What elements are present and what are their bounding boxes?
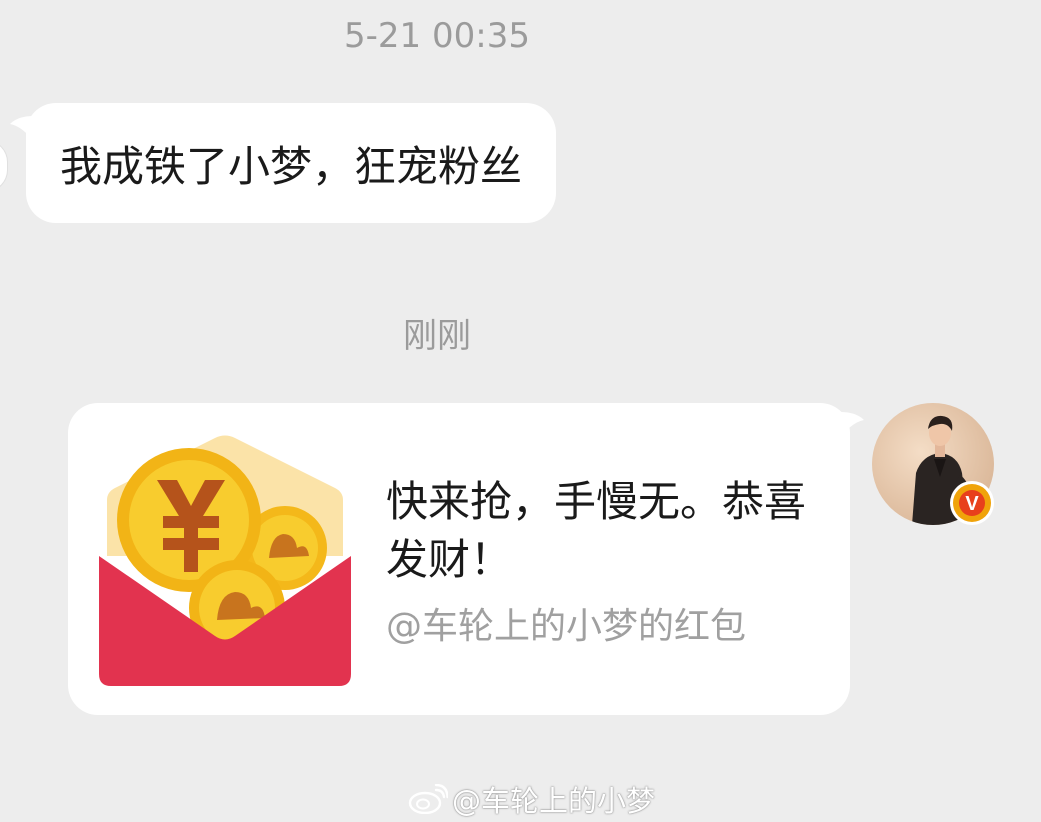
weibo-watermark: @车轮上的小梦 xyxy=(408,778,655,820)
verified-badge-letter: V xyxy=(965,493,979,515)
sender-avatar-partial[interactable] xyxy=(0,140,8,192)
red-packet-sender: @车轮上的小梦的红包 xyxy=(386,606,747,647)
weibo-logo-icon xyxy=(408,784,448,814)
red-envelope-coin-icon xyxy=(99,435,351,686)
timestamp-label: 刚刚 xyxy=(403,316,471,356)
red-packet-card[interactable]: 快来抢，手慢无。恭喜发财！ @车轮上的小梦的红包 xyxy=(68,403,850,715)
verified-badge-icon: V xyxy=(950,481,994,525)
incoming-message-bubble[interactable]: 我成铁了小梦，狂宠粉丝 xyxy=(26,103,557,223)
watermark-text: @车轮上的小梦 xyxy=(452,784,656,818)
message-text: 我成铁了小梦，狂宠粉丝 xyxy=(60,141,523,191)
timestamp-label: 5-21 00:35 xyxy=(344,16,530,56)
red-packet-title: 快来抢，手慢无。恭喜发财！ xyxy=(386,477,807,584)
